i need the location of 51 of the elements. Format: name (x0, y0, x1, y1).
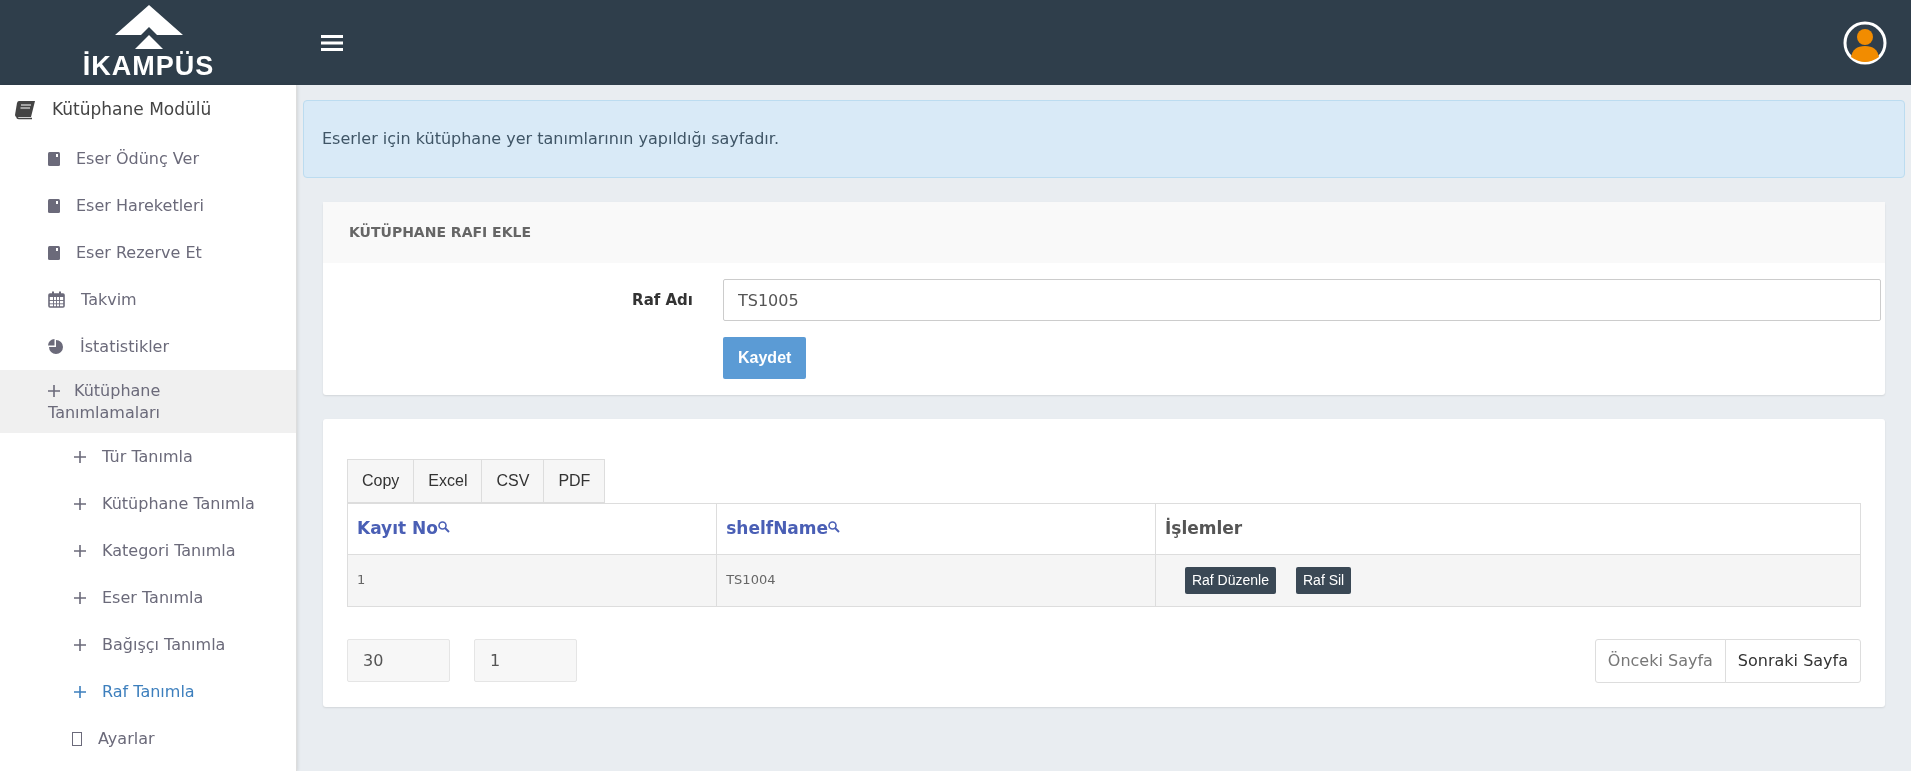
page-size-field[interactable]: 30 (347, 639, 450, 682)
table-cell-text: 1 (357, 572, 366, 588)
card-title: KÜTÜPHANE RAFI EKLE (323, 202, 1885, 263)
page-number-field[interactable]: 1 (474, 639, 577, 682)
menu-icon[interactable] (321, 33, 343, 52)
search-icon (828, 521, 841, 533)
export-button[interactable]: CSV (481, 459, 545, 503)
sidebar-item[interactable]: Eser Ödünç Ver (76, 146, 199, 171)
plus-icon (48, 385, 60, 397)
action-button[interactable]: Raf Düzenle (1184, 566, 1276, 594)
pager-button[interactable]: Sonraki Sayfa (1724, 638, 1861, 683)
column-header[interactable]: shelfName (726, 518, 829, 538)
export-button[interactable]: Excel (413, 459, 483, 503)
sidebar-item[interactable]: Eser Tanımla (102, 585, 204, 610)
sidebar-item[interactable]: Takvim (81, 287, 137, 312)
plus-icon (74, 450, 86, 463)
save-button[interactable]: Kaydet (723, 337, 807, 379)
export-button[interactable]: Copy (347, 459, 415, 503)
brand-logo: İKAMPÜS (82, 53, 215, 80)
pie-chart-icon (48, 338, 64, 355)
sidebar-item[interactable]: Tür Tanımla (102, 444, 193, 469)
square-icon (72, 731, 82, 746)
search-icon (438, 521, 450, 533)
action-button[interactable]: Raf Sil (1296, 566, 1352, 594)
sidebar-item[interactable]: Kategori Tanımla (102, 538, 236, 563)
plus-icon (74, 685, 86, 698)
sidebar-heading: Kütüphane Modülü (52, 98, 212, 122)
sidebar-item[interactable]: Ayarlar (98, 726, 155, 751)
text-input-field[interactable]: TS1005 (723, 279, 1881, 321)
book-icon (48, 151, 60, 166)
book-icon (14, 100, 36, 120)
export-button[interactable]: PDF (543, 459, 606, 503)
plus-icon (74, 544, 86, 557)
table-cell-text: TS1004 (726, 572, 776, 588)
user-avatar-icon[interactable] (1843, 20, 1887, 65)
book-icon (48, 198, 60, 213)
sidebar-item[interactable]: Eser Hareketleri (76, 193, 204, 218)
sidebar-item[interactable]: İstatistikler (80, 334, 170, 359)
plus-icon (74, 497, 86, 510)
sidebar-item[interactable]: Bağışçı Tanımla (102, 632, 226, 657)
field-label: Raf Adı (631, 289, 694, 311)
plus-icon (74, 591, 86, 604)
calendar-icon (48, 291, 65, 308)
info-message: Eserler için kütüphane yer tanımlarının yapıldığı sayfadır. (303, 100, 1905, 178)
sidebar-item[interactable]: Raf Tanımla (102, 679, 195, 704)
sidebar-item[interactable]: Kütüphane Tanımla (102, 491, 255, 516)
plus-icon (74, 638, 86, 651)
column-header[interactable]: Kayıt No (357, 518, 438, 538)
book-icon (48, 245, 60, 260)
column-header: İşlemler (1164, 518, 1243, 538)
sidebar-item[interactable]: Eser Rezerve Et (76, 240, 202, 265)
